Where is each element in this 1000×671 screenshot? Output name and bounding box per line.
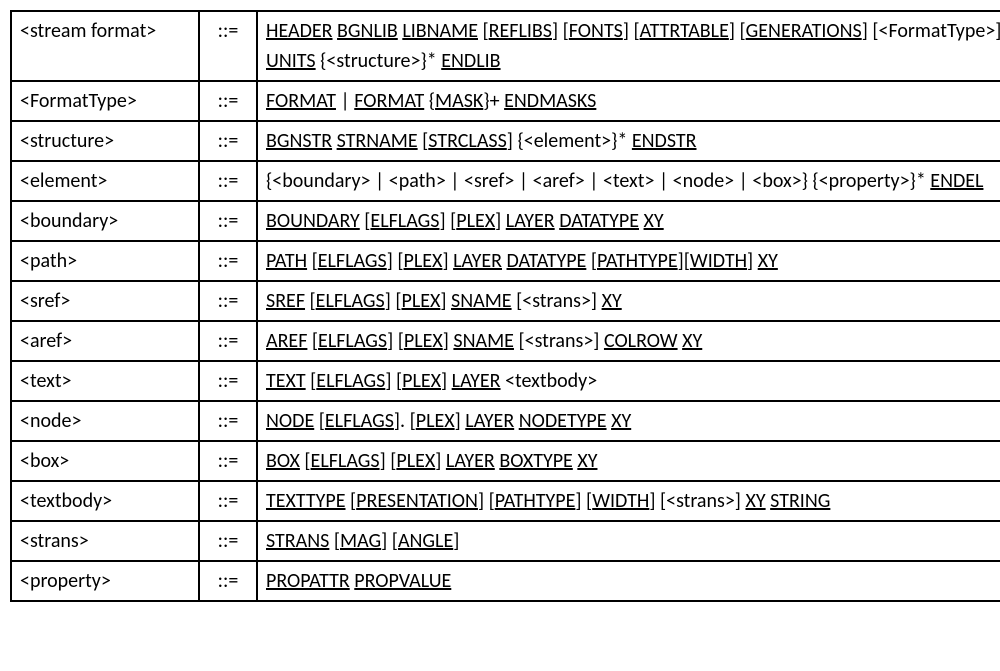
table-row: <box>::=BOX [ELFLAGS] [PLEX] LAYER BOXTY… — [11, 441, 1000, 481]
rule-op: ::= — [199, 321, 257, 361]
rule-op: ::= — [199, 361, 257, 401]
rule-op: ::= — [199, 121, 257, 161]
table-row: <textbody>::=TEXTTYPE [PRESENTATION] [PA… — [11, 481, 1000, 521]
table-row: <FormatType>::=FORMAT | FORMAT {MASK}+ E… — [11, 81, 1000, 121]
rule-op: ::= — [199, 441, 257, 481]
table-row: <sref>::=SREF [ELFLAGS] [PLEX] SNAME [<s… — [11, 281, 1000, 321]
grammar-table: <stream format>::=HEADER BGNLIB LIBNAME … — [10, 10, 1000, 602]
rule-definition: SREF [ELFLAGS] [PLEX] SNAME [<strans>] X… — [257, 281, 1000, 321]
rule-op: ::= — [199, 201, 257, 241]
table-row: <structure>::=BGNSTR STRNAME [STRCLASS] … — [11, 121, 1000, 161]
rule-name: <text> — [11, 361, 199, 401]
rule-definition: BGNSTR STRNAME [STRCLASS] {<element>}* E… — [257, 121, 1000, 161]
table-row: <strans>::=STRANS [MAG] [ANGLE] — [11, 521, 1000, 561]
rule-definition: BOX [ELFLAGS] [PLEX] LAYER BOXTYPE XY — [257, 441, 1000, 481]
rule-op: ::= — [199, 561, 257, 601]
rule-definition: STRANS [MAG] [ANGLE] — [257, 521, 1000, 561]
rule-definition: AREF [ELFLAGS] [PLEX] SNAME [<strans>] C… — [257, 321, 1000, 361]
table-row: <text>::=TEXT [ELFLAGS] [PLEX] LAYER <te… — [11, 361, 1000, 401]
rule-definition: HEADER BGNLIB LIBNAME [REFLIBS] [FONTS] … — [257, 11, 1000, 81]
table-row: <element>::={<boundary> | <path> | <sref… — [11, 161, 1000, 201]
rule-definition: BOUNDARY [ELFLAGS] [PLEX] LAYER DATATYPE… — [257, 201, 1000, 241]
rule-name: <element> — [11, 161, 199, 201]
rule-definition: TEXT [ELFLAGS] [PLEX] LAYER <textbody> — [257, 361, 1000, 401]
rule-name: <box> — [11, 441, 199, 481]
rule-name: <path> — [11, 241, 199, 281]
rule-name: <FormatType> — [11, 81, 199, 121]
rule-name: <stream format> — [11, 11, 199, 81]
rule-name: <sref> — [11, 281, 199, 321]
rule-definition: FORMAT | FORMAT {MASK}+ ENDMASKS — [257, 81, 1000, 121]
grammar-table-body: <stream format>::=HEADER BGNLIB LIBNAME … — [11, 11, 1000, 601]
rule-op: ::= — [199, 281, 257, 321]
rule-name: <textbody> — [11, 481, 199, 521]
rule-op: ::= — [199, 11, 257, 81]
rule-definition: TEXTTYPE [PRESENTATION] [PATHTYPE] [WIDT… — [257, 481, 1000, 521]
table-row: <property>::=PROPATTR PROPVALUE — [11, 561, 1000, 601]
rule-op: ::= — [199, 81, 257, 121]
rule-name: <node> — [11, 401, 199, 441]
rule-definition: PROPATTR PROPVALUE — [257, 561, 1000, 601]
rule-name: <boundary> — [11, 201, 199, 241]
rule-name: <structure> — [11, 121, 199, 161]
rule-op: ::= — [199, 241, 257, 281]
rule-name: <strans> — [11, 521, 199, 561]
rule-op: ::= — [199, 521, 257, 561]
table-row: <boundary>::=BOUNDARY [ELFLAGS] [PLEX] L… — [11, 201, 1000, 241]
table-row: <stream format>::=HEADER BGNLIB LIBNAME … — [11, 11, 1000, 81]
rule-definition: PATH [ELFLAGS] [PLEX] LAYER DATATYPE [PA… — [257, 241, 1000, 281]
rule-name: <property> — [11, 561, 199, 601]
rule-name: <aref> — [11, 321, 199, 361]
table-row: <node>::=NODE [ELFLAGS]. [PLEX] LAYER NO… — [11, 401, 1000, 441]
rule-op: ::= — [199, 481, 257, 521]
rule-definition: {<boundary> | <path> | <sref> | <aref> |… — [257, 161, 1000, 201]
table-row: <path>::=PATH [ELFLAGS] [PLEX] LAYER DAT… — [11, 241, 1000, 281]
rule-definition: NODE [ELFLAGS]. [PLEX] LAYER NODETYPE XY — [257, 401, 1000, 441]
rule-op: ::= — [199, 401, 257, 441]
table-row: <aref>::=AREF [ELFLAGS] [PLEX] SNAME [<s… — [11, 321, 1000, 361]
rule-op: ::= — [199, 161, 257, 201]
